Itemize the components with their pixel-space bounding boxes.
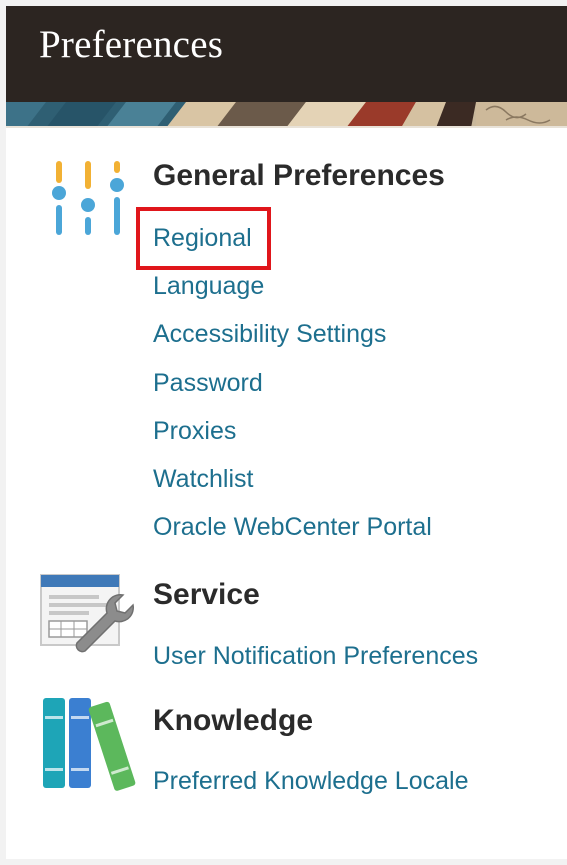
- link-user-notification-preferences[interactable]: User Notification Preferences: [153, 642, 478, 671]
- decorative-banner: [6, 102, 567, 128]
- heading-service: Service: [153, 578, 260, 611]
- books-icon: [43, 696, 139, 797]
- sliders-icon: [52, 161, 128, 246]
- page-title: Preferences: [39, 23, 224, 66]
- heading-knowledge: Knowledge: [153, 704, 314, 737]
- link-password[interactable]: Password: [153, 369, 263, 398]
- link-preferred-knowledge-locale[interactable]: Preferred Knowledge Locale: [153, 767, 468, 796]
- heading-general-preferences: General Preferences: [153, 159, 445, 192]
- highlight-box: [136, 207, 271, 270]
- banner-pattern-icon: [6, 102, 567, 128]
- link-language[interactable]: Language: [153, 272, 264, 301]
- link-proxies[interactable]: Proxies: [153, 417, 236, 446]
- preferences-panel: Preferences General Preferences Regional…: [6, 6, 567, 859]
- link-accessibility-settings[interactable]: Accessibility Settings: [153, 320, 386, 349]
- service-tools-icon: [39, 573, 139, 670]
- link-watchlist[interactable]: Watchlist: [153, 465, 253, 494]
- link-oracle-webcenter-portal[interactable]: Oracle WebCenter Portal: [153, 513, 432, 542]
- page-header: Preferences: [6, 6, 567, 102]
